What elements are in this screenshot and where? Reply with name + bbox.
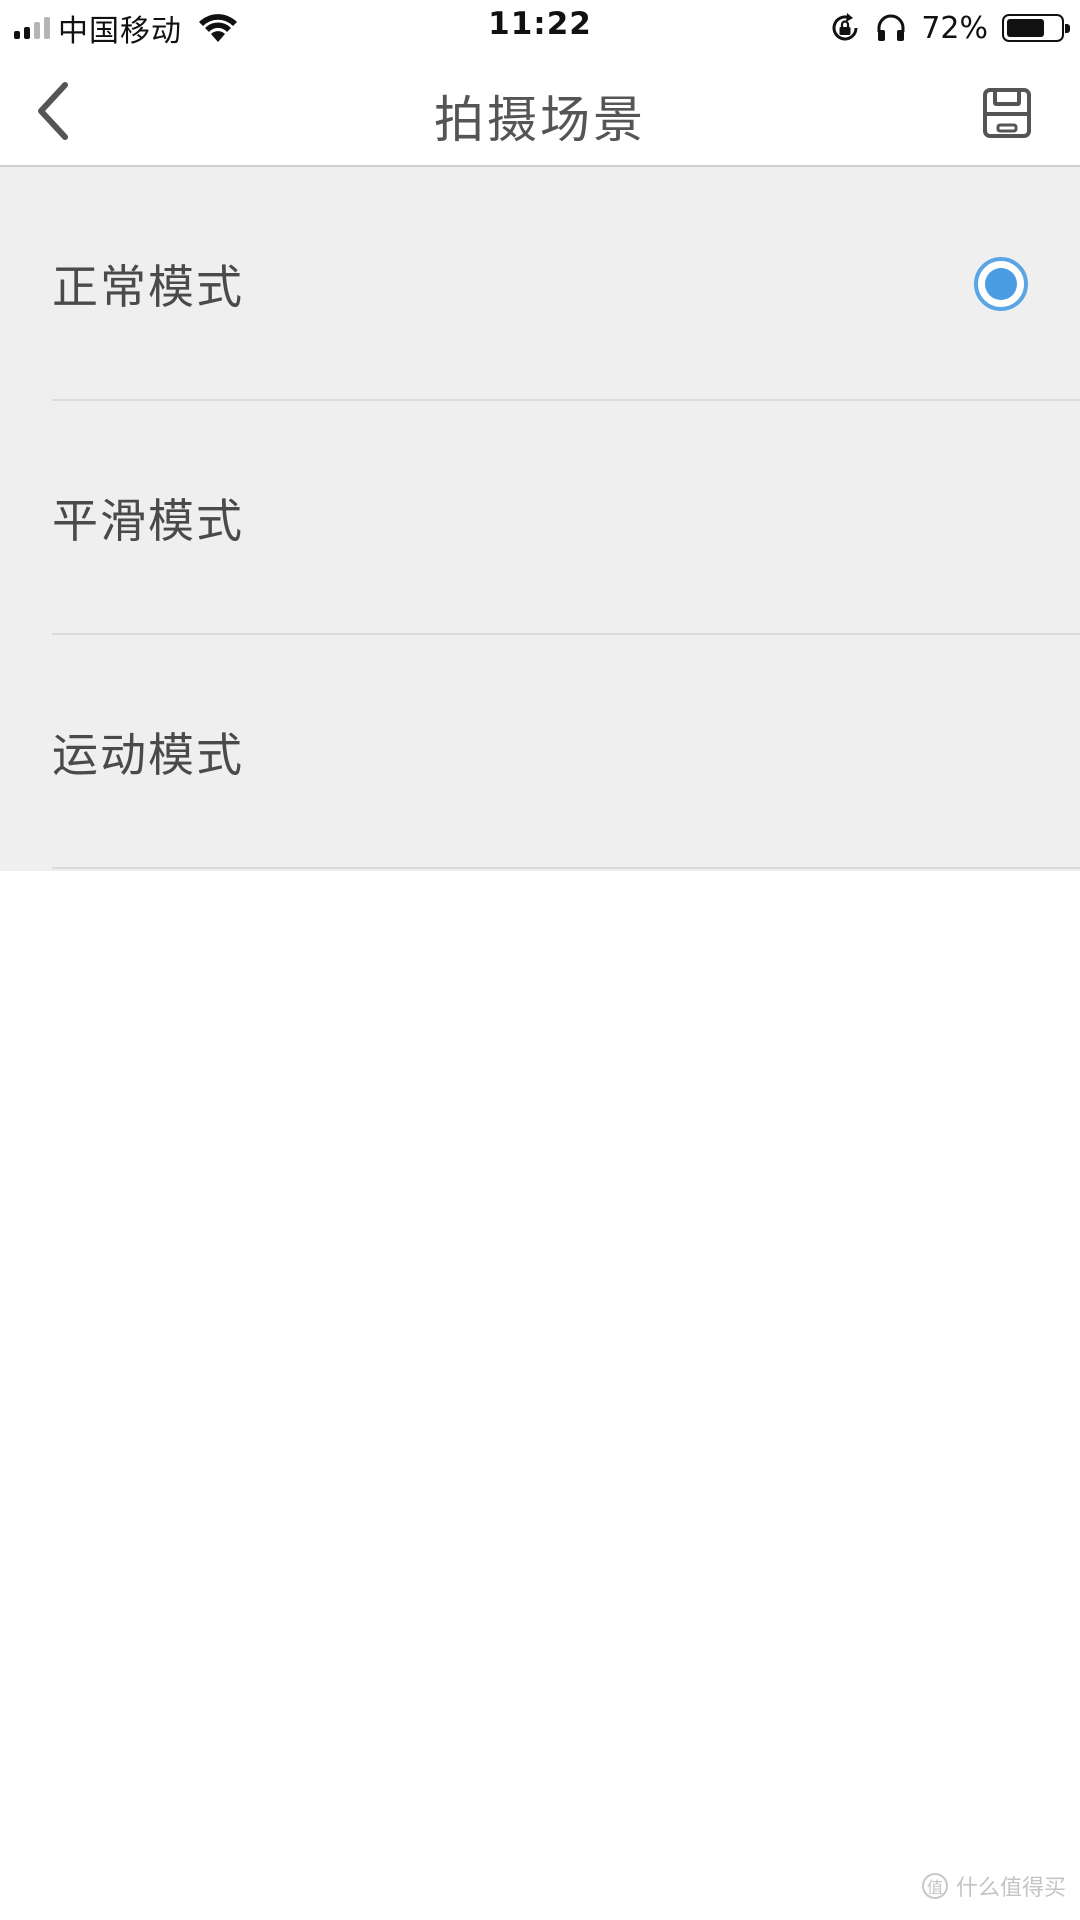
watermark: 值 什么值得买: [921, 1870, 1066, 1902]
battery-percent: 72%: [921, 10, 988, 46]
battery-icon: [1002, 14, 1070, 42]
floppy-disk-icon: [983, 88, 1031, 138]
watermark-badge: 值: [921, 1873, 948, 1899]
mode-label: 正常模式: [52, 260, 244, 314]
mode-item-normal[interactable]: 正常模式: [0, 167, 1080, 401]
status-right: 72%: [829, 8, 1070, 48]
watermark-text: 什么值得买: [955, 1876, 1066, 1901]
headphones-icon: [877, 14, 905, 41]
page-title: 拍摄场景: [434, 91, 646, 149]
mode-list: 正常模式 平滑模式 运动模式: [0, 167, 1080, 871]
mode-item-sport[interactable]: 运动模式: [0, 635, 1080, 869]
battery-fill: [1007, 19, 1044, 37]
screen: 中国移动 11:22 72% 拍摄场景 正常模式 平滑模式 运动模式 值 什么值…: [0, 0, 1080, 1920]
status-bar: 中国移动 11:22 72%: [0, 0, 1080, 54]
mode-label: 运动模式: [52, 728, 244, 782]
nav-bar: 拍摄场景: [0, 54, 1080, 167]
save-button[interactable]: [974, 80, 1040, 146]
mode-label: 平滑模式: [52, 494, 244, 548]
mode-item-smooth[interactable]: 平滑模式: [0, 401, 1080, 635]
rotation-lock-icon: [832, 13, 858, 41]
radio-selected-icon[interactable]: [974, 257, 1028, 311]
